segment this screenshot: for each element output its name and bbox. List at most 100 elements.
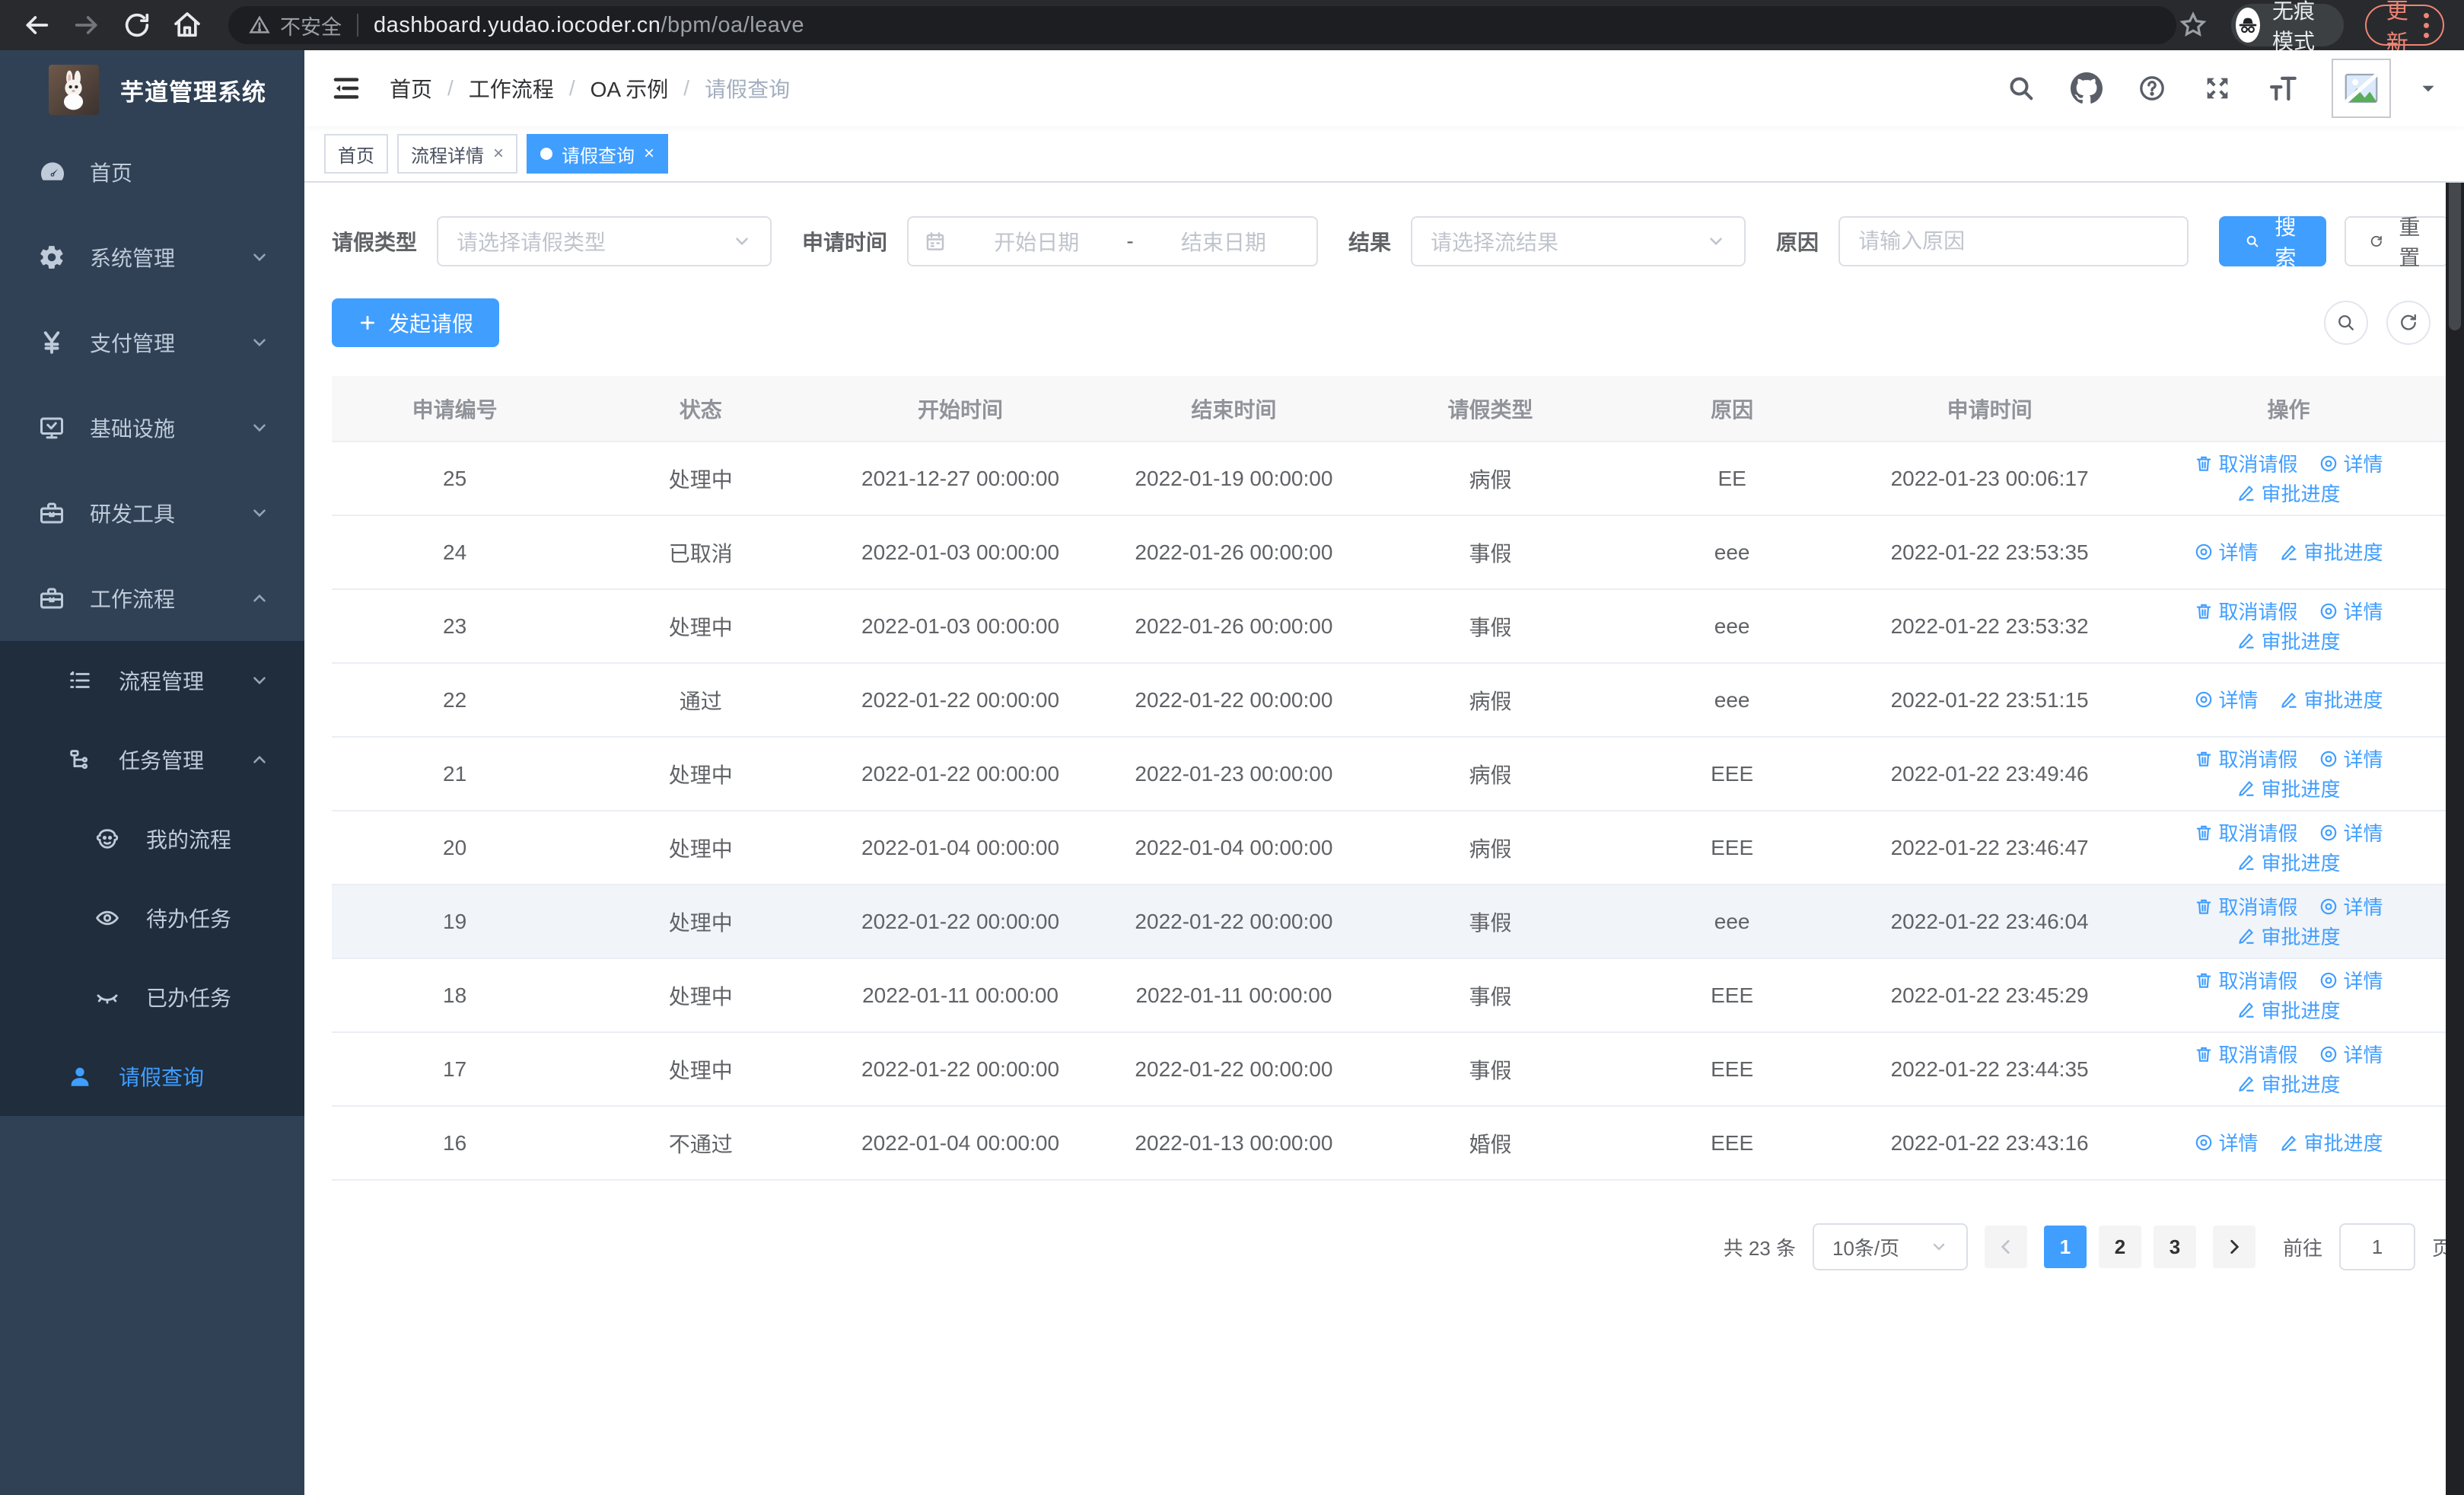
table-row[interactable]: 20 处理中 2022-01-04 00:00:00 2022-01-04 00…	[332, 811, 2452, 885]
reason-input[interactable]	[1858, 229, 2170, 253]
apply-time-range-picker[interactable]: 开始日期 - 结束日期	[907, 216, 1319, 266]
sidebar-item-system[interactable]: 系统管理	[0, 215, 304, 300]
chevron-down-icon	[250, 671, 269, 690]
col-header-start: 开始时间	[823, 376, 1097, 442]
cell-leave-type: 病假	[1370, 737, 1610, 811]
bookmark-star-icon[interactable]	[2176, 8, 2210, 42]
avatar[interactable]	[2332, 59, 2391, 118]
detail-action-link[interactable]: 详情	[2194, 1128, 2258, 1156]
sidebar-item-payment[interactable]: 支付管理	[0, 300, 304, 385]
detail-action-link[interactable]: 详情	[2319, 818, 2383, 846]
table-row[interactable]: 22 通过 2022-01-22 00:00:00 2022-01-22 00:…	[332, 663, 2452, 738]
table-row[interactable]: 25 处理中 2021-12-27 00:00:00 2022-01-19 00…	[332, 441, 2452, 516]
cell-status: 处理中	[578, 1032, 824, 1107]
sidebar-collapse-icon[interactable]	[330, 72, 362, 104]
back-icon[interactable]	[20, 8, 53, 42]
tag-leave-query[interactable]: 请假查询 ×	[527, 134, 669, 174]
progress-action-link[interactable]: 审批进度	[2236, 479, 2340, 507]
progress-action-link[interactable]: 审批进度	[2236, 626, 2340, 655]
table-row[interactable]: 16 不通过 2022-01-04 00:00:00 2022-01-13 00…	[332, 1106, 2452, 1181]
search-button[interactable]: 搜索	[2219, 215, 2327, 269]
cell-status: 通过	[578, 663, 824, 738]
cancel-action-link[interactable]: 取消请假	[2194, 1040, 2297, 1068]
detail-action-link[interactable]: 详情	[2194, 537, 2258, 566]
breadcrumb-workflow[interactable]: 工作流程	[469, 73, 554, 104]
sidebar-item-done-tasks[interactable]: 已办任务	[0, 958, 304, 1037]
progress-action-link[interactable]: 审批进度	[2236, 1069, 2340, 1098]
security-label: 不安全	[280, 15, 342, 39]
security-status[interactable]: 不安全	[248, 11, 342, 40]
search-icon[interactable]	[2004, 72, 2038, 105]
create-leave-button[interactable]: 发起请假	[332, 298, 500, 347]
page-button-3[interactable]: 3	[2153, 1226, 2196, 1268]
next-page-button[interactable]	[2212, 1226, 2255, 1268]
sidebar-item-task-mgmt[interactable]: 任务管理	[0, 720, 304, 799]
cancel-action-link[interactable]: 取消请假	[2194, 966, 2297, 994]
forward-icon[interactable]	[70, 8, 103, 42]
browser-scrollbar[interactable]	[2446, 50, 2464, 1495]
home-icon[interactable]	[170, 8, 204, 42]
table-row[interactable]: 21 处理中 2022-01-22 00:00:00 2022-01-23 00…	[332, 737, 2452, 811]
address-bar[interactable]: 不安全 dashboard.yudao.iocoder.cn/bpm/oa/le…	[228, 6, 2176, 44]
leave-type-select[interactable]: 请选择请假类型	[437, 216, 772, 266]
fullscreen-icon[interactable]	[2201, 72, 2234, 105]
detail-action-link[interactable]: 详情	[2319, 744, 2383, 773]
sidebar-item-todo-tasks[interactable]: 待办任务	[0, 878, 304, 958]
table-row[interactable]: 17 处理中 2022-01-22 00:00:00 2022-01-22 00…	[332, 1032, 2452, 1107]
progress-action-link[interactable]: 审批进度	[2279, 685, 2383, 713]
cancel-action-link[interactable]: 取消请假	[2194, 892, 2297, 920]
cancel-action-link[interactable]: 取消请假	[2194, 818, 2297, 846]
reload-icon[interactable]	[120, 8, 154, 42]
sidebar-item-home[interactable]: 首页	[0, 129, 304, 215]
detail-action-link[interactable]: 详情	[2319, 892, 2383, 920]
calendar-icon	[926, 232, 944, 250]
progress-action-link[interactable]: 审批进度	[2236, 996, 2340, 1024]
detail-action-link[interactable]: 详情	[2319, 1040, 2383, 1068]
sidebar-item-devtools[interactable]: 研发工具	[0, 470, 304, 556]
table-row[interactable]: 23 处理中 2022-01-03 00:00:00 2022-01-26 00…	[332, 589, 2452, 664]
progress-action-link[interactable]: 审批进度	[2236, 848, 2340, 876]
page-button-1[interactable]: 1	[2043, 1226, 2087, 1268]
progress-action-link[interactable]: 审批进度	[2279, 1128, 2383, 1156]
tag-home[interactable]: 首页	[324, 134, 388, 174]
cancel-action-link[interactable]: 取消请假	[2194, 449, 2297, 477]
progress-action-link[interactable]: 审批进度	[2236, 774, 2340, 802]
page-size-select[interactable]: 10条/页	[1812, 1223, 1968, 1270]
refresh-table-button[interactable]	[2386, 301, 2431, 345]
close-icon[interactable]: ×	[493, 143, 504, 164]
update-button[interactable]: 更新	[2364, 0, 2444, 56]
table-row[interactable]: 18 处理中 2022-01-11 00:00:00 2022-01-11 00…	[332, 958, 2452, 1033]
progress-action-link[interactable]: 审批进度	[2236, 922, 2340, 950]
show-search-toggle-button[interactable]	[2324, 301, 2368, 345]
reset-button[interactable]: 重置	[2345, 215, 2449, 269]
cancel-action-link[interactable]: 取消请假	[2194, 597, 2297, 625]
progress-action-link[interactable]: 审批进度	[2279, 537, 2383, 566]
view-icon	[2321, 824, 2337, 840]
sidebar-item-my-process[interactable]: 我的流程	[0, 799, 304, 878]
sidebar-item-workflow[interactable]: 工作流程	[0, 556, 304, 641]
table-row[interactable]: 24 已取消 2022-01-03 00:00:00 2022-01-26 00…	[332, 515, 2452, 590]
page-buttons: 123	[2043, 1226, 2196, 1268]
result-select[interactable]: 请选择流结果	[1411, 216, 1746, 266]
detail-action-link[interactable]: 详情	[2319, 597, 2383, 625]
prev-page-button[interactable]	[1984, 1226, 2027, 1268]
tag-process-detail[interactable]: 流程详情 ×	[397, 134, 518, 174]
sidebar-item-infra[interactable]: 基础设施	[0, 385, 304, 470]
sidebar-item-process-mgmt[interactable]: 流程管理	[0, 641, 304, 720]
font-size-icon[interactable]	[2266, 72, 2300, 105]
sidebar-item-leave-query[interactable]: 请假查询	[0, 1037, 304, 1116]
github-icon[interactable]	[2070, 72, 2103, 105]
table-row[interactable]: 19 处理中 2022-01-22 00:00:00 2022-01-22 00…	[332, 885, 2452, 959]
goto-page-input[interactable]	[2338, 1223, 2415, 1270]
browser-menu-icon[interactable]	[2424, 12, 2429, 38]
breadcrumb-oa-example[interactable]: OA 示例	[591, 73, 669, 104]
cancel-action-link[interactable]: 取消请假	[2194, 744, 2297, 773]
avatar-caret-icon[interactable]	[2418, 78, 2438, 98]
help-icon[interactable]	[2135, 72, 2169, 105]
page-button-2[interactable]: 2	[2098, 1226, 2141, 1268]
detail-action-link[interactable]: 详情	[2319, 449, 2383, 477]
detail-action-link[interactable]: 详情	[2319, 966, 2383, 994]
detail-action-link[interactable]: 详情	[2194, 685, 2258, 713]
close-icon[interactable]: ×	[644, 143, 654, 164]
breadcrumb-home[interactable]: 首页	[390, 73, 432, 104]
